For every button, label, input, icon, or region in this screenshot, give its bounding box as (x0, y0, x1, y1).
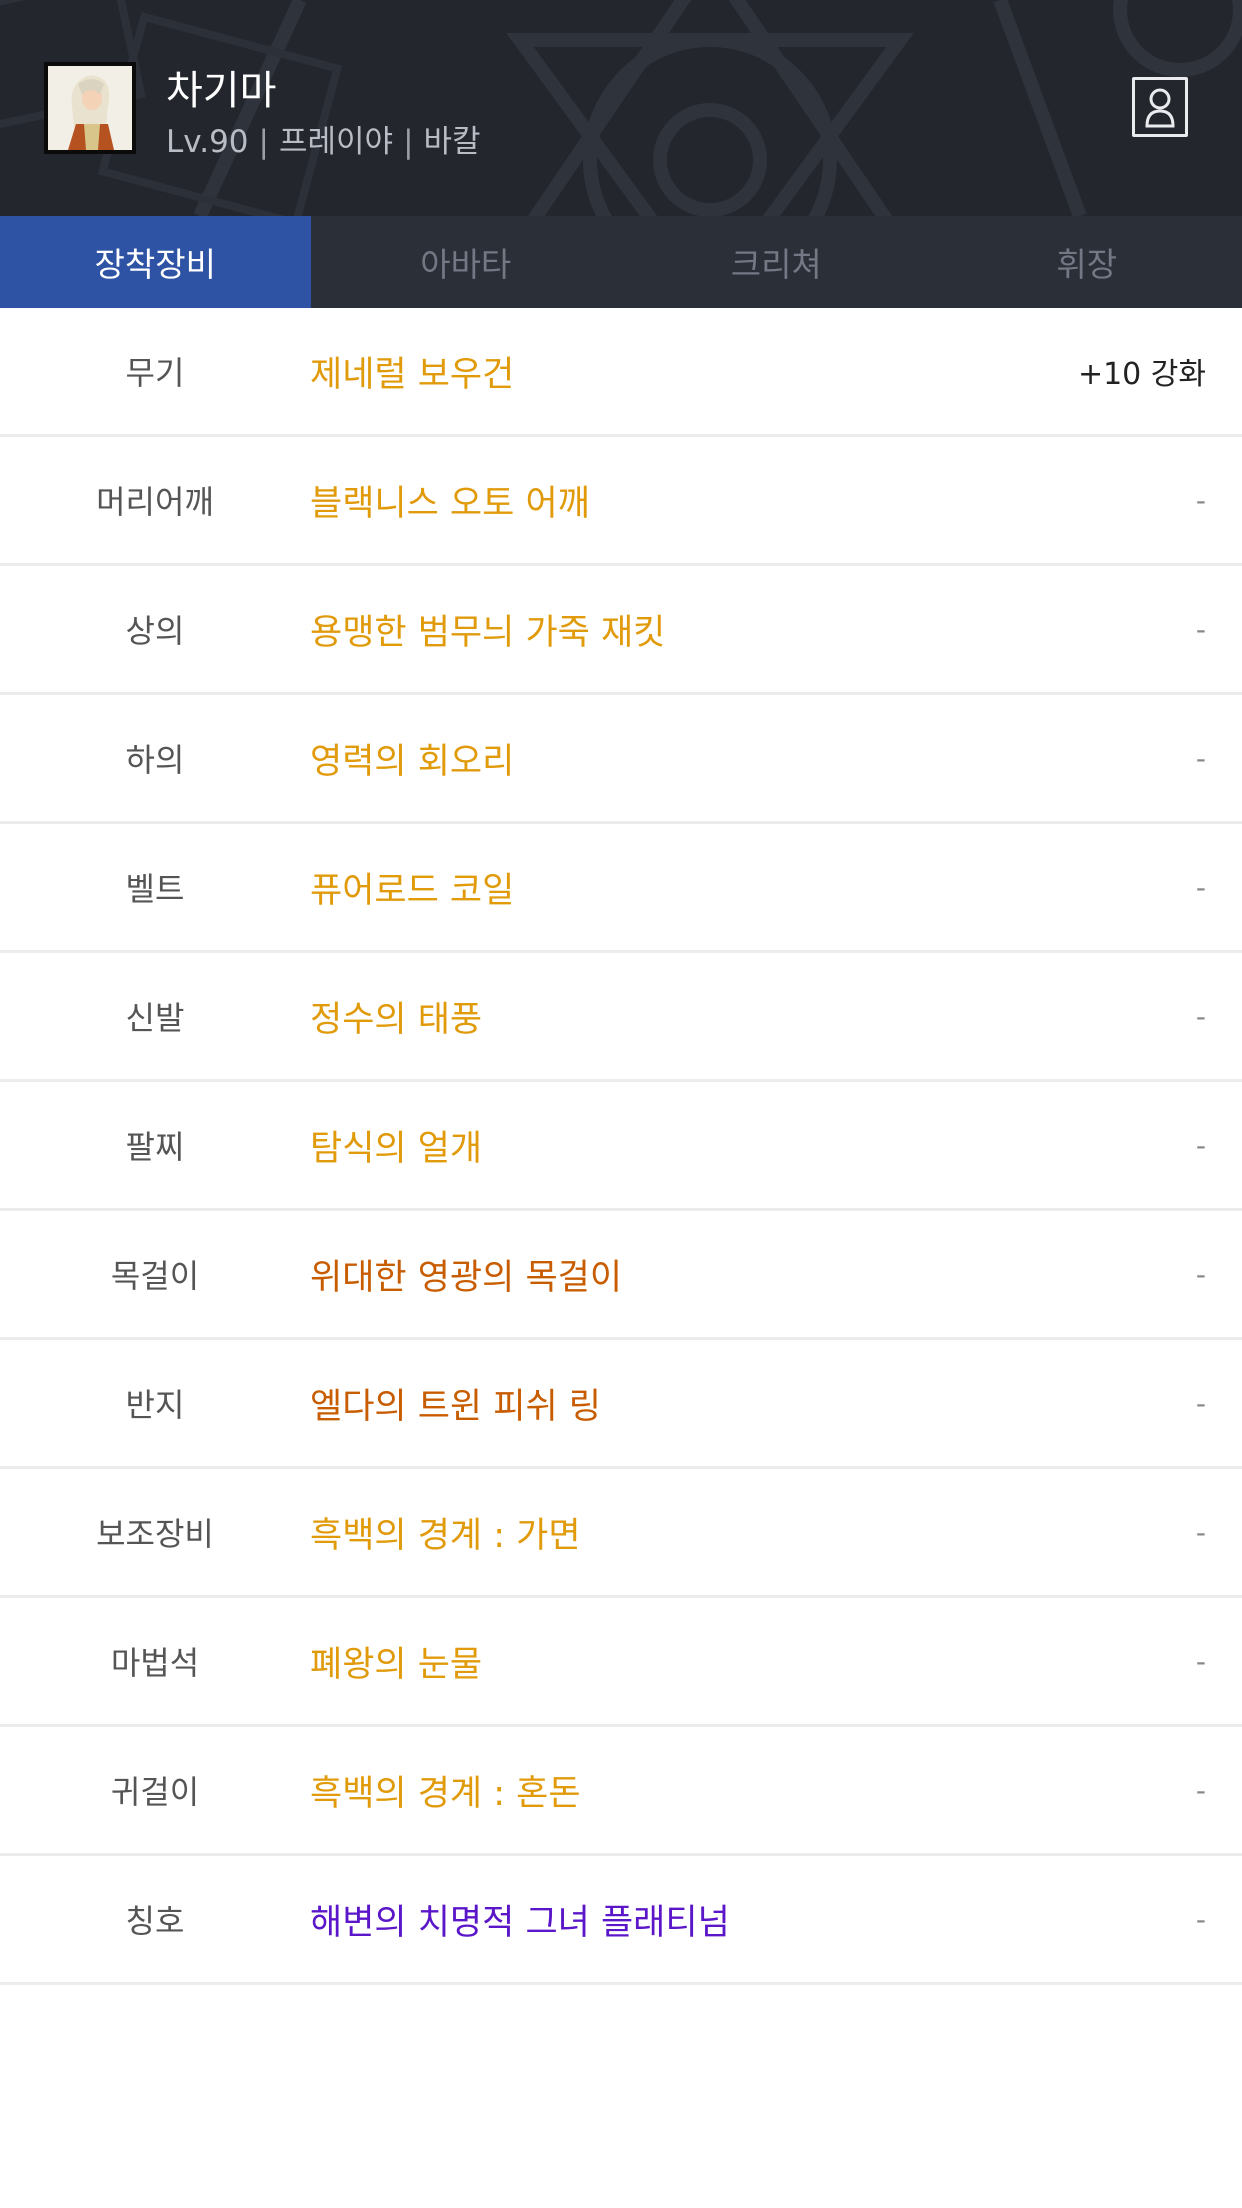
item-name-link[interactable]: 흑백의 경계 : 가면 (310, 1507, 1242, 1558)
tab-bar: 장착장비 아바타 크리쳐 휘장 (0, 216, 1242, 308)
equipment-row[interactable]: 귀걸이 흑백의 경계 : 혼돈 - (0, 1727, 1242, 1856)
item-name-link[interactable]: 흑백의 경계 : 혼돈 (310, 1765, 1242, 1816)
item-name-link[interactable]: 폐왕의 눈물 (310, 1636, 1242, 1687)
slot-label: 반지 (125, 1386, 185, 1424)
enhancement-level: - (1195, 1128, 1206, 1162)
slot-label: 상의 (125, 612, 185, 650)
item-name-link[interactable]: 블랙니스 오토 어깨 (310, 475, 1242, 526)
tab-equipment[interactable]: 장착장비 (0, 216, 311, 308)
enhancement-level: - (1195, 1386, 1206, 1420)
slot-label: 팔찌 (125, 1128, 185, 1166)
item-name-link[interactable]: 위대한 영광의 목걸이 (310, 1249, 1242, 1300)
enhancement-level: - (1195, 612, 1206, 646)
item-name-link[interactable]: 퓨어로드 코일 (310, 862, 1242, 913)
slot-label: 귀걸이 (110, 1773, 200, 1811)
item-name-link[interactable]: 해변의 치명적 그녀 플래티넘 (310, 1894, 1242, 1945)
enhancement-level: - (1195, 1515, 1206, 1549)
enhancement-level: - (1195, 1773, 1206, 1807)
slot-label: 마법석 (110, 1644, 200, 1682)
slot-label: 목걸이 (110, 1257, 200, 1295)
info-separator: | (403, 124, 414, 160)
slot-label: 하의 (125, 741, 185, 779)
enhancement-level: - (1195, 1644, 1206, 1678)
slot-label: 신발 (125, 999, 185, 1037)
item-name-link[interactable]: 정수의 태풍 (310, 991, 1242, 1042)
slot-label: 칭호 (125, 1902, 185, 1940)
info-separator: | (258, 124, 269, 160)
character-server: 바칼 (423, 124, 481, 160)
equipment-row[interactable]: 보조장비 흑백의 경계 : 가면 - (0, 1469, 1242, 1598)
character-avatar (44, 62, 136, 154)
enhancement-level: - (1195, 870, 1206, 904)
character-info: Lv.90 | 프레이야 | 바칼 (166, 116, 481, 161)
equipment-row[interactable]: 상의 용맹한 범무늬 가죽 재킷 - (0, 566, 1242, 695)
equipment-row[interactable]: 머리어깨 블랙니스 오토 어깨 - (0, 437, 1242, 566)
item-name-link[interactable]: 영력의 회오리 (310, 733, 1242, 784)
person-icon (1145, 88, 1175, 128)
enhancement-level: - (1195, 999, 1206, 1033)
equipment-row[interactable]: 목걸이 위대한 영광의 목걸이 - (0, 1211, 1242, 1340)
equipment-row[interactable]: 하의 영력의 회오리 - (0, 695, 1242, 824)
tab-emblem[interactable]: 휘장 (932, 216, 1242, 308)
character-job: 프레이야 (278, 124, 394, 160)
equipment-row[interactable]: 칭호 해변의 치명적 그녀 플래티넘 - (0, 1856, 1242, 1985)
slot-label: 무기 (125, 354, 185, 392)
equipment-row[interactable]: 신발 정수의 태풍 - (0, 953, 1242, 1082)
slot-label: 벨트 (125, 870, 185, 908)
item-name-link[interactable]: 탐식의 얼개 (310, 1120, 1242, 1171)
enhancement-level: - (1195, 483, 1206, 517)
slot-label: 보조장비 (96, 1515, 214, 1553)
tab-creature[interactable]: 크리쳐 (621, 216, 932, 308)
item-name-link[interactable]: 용맹한 범무늬 가죽 재킷 (310, 604, 1242, 655)
slot-label: 머리어깨 (96, 483, 214, 521)
equipment-row[interactable]: 벨트 퓨어로드 코일 - (0, 824, 1242, 953)
tab-avatar[interactable]: 아바타 (311, 216, 622, 308)
enhancement-level: +10 강화 (1077, 357, 1206, 392)
equipment-row[interactable]: 반지 엘다의 트윈 피쉬 링- (0, 1340, 1242, 1469)
enhancement-level: - (1195, 1257, 1206, 1291)
equipment-row[interactable]: 무기 제네럴 보우건 +10 강화 (0, 308, 1242, 437)
equipment-row[interactable]: 팔찌 탐식의 얼개 - (0, 1082, 1242, 1211)
enhancement-level: - (1195, 1902, 1206, 1936)
profile-button[interactable] (1132, 77, 1188, 137)
character-name: 차기마 (166, 68, 277, 114)
item-name-link[interactable]: 엘다의 트윈 피쉬 링 (310, 1378, 1242, 1429)
enhancement-level: - (1195, 741, 1206, 775)
character-level: Lv.90 (166, 124, 249, 160)
equipment-list: 무기 제네럴 보우건 +10 강화 머리어깨 블랙니스 오토 어깨 - 상의 용맹한 범무늬 … (0, 308, 1242, 1985)
character-header: 차기마 Lv.90 | 프레이야 | 바칼 (0, 0, 1242, 216)
equipment-row[interactable]: 마법석 폐왕의 눈물 - (0, 1598, 1242, 1727)
